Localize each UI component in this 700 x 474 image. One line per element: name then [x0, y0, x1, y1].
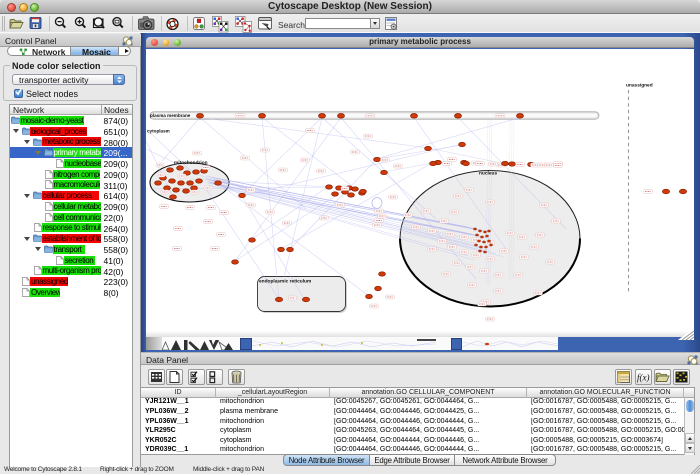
svg-text:f(x): f(x): [637, 373, 650, 383]
svg-text:cytoplasm: cytoplasm: [147, 128, 170, 133]
svg-text:endoplasmic reticulum: endoplasmic reticulum: [259, 278, 311, 284]
svg-text:plasma membrane: plasma membrane: [150, 112, 191, 117]
svg-text:nucleus: nucleus: [479, 170, 497, 176]
svg-text:mitochondrion: mitochondrion: [174, 159, 208, 165]
svg-text:unassigned: unassigned: [626, 82, 653, 88]
